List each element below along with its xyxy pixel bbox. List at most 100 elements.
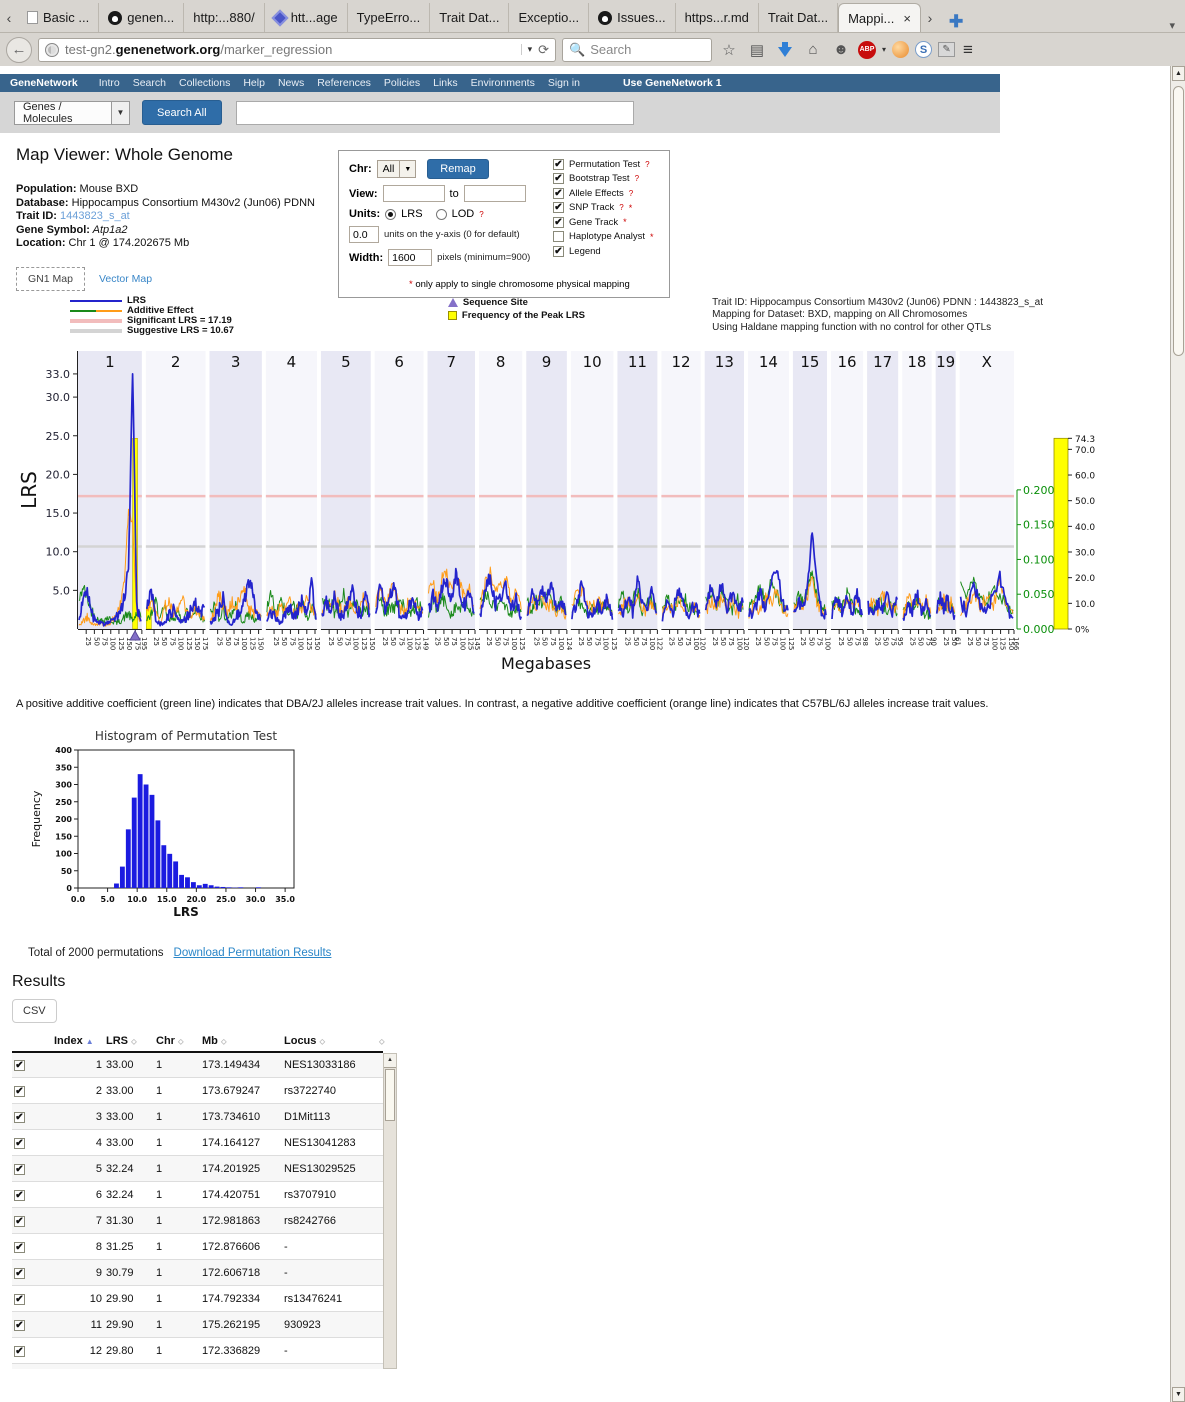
checkbox[interactable]: ✔ [553, 202, 564, 213]
proxy-addon-icon[interactable] [892, 41, 909, 58]
nav-item-intro[interactable]: Intro [99, 77, 120, 89]
url-dropdown-icon[interactable]: ▾ [521, 44, 533, 55]
chromosome-select[interactable]: All▼ [377, 160, 417, 178]
browser-tab[interactable]: Exceptio... [509, 3, 589, 32]
row-checkbox[interactable]: ✔ [14, 1346, 25, 1357]
nav-item-news[interactable]: News [278, 77, 304, 89]
nav-item-sign-in[interactable]: Sign in [548, 77, 580, 89]
column-header-locus[interactable]: Locus ⬦ [282, 1031, 377, 1052]
genenetwork-brand[interactable]: GeneNetwork [10, 77, 78, 89]
row-checkbox[interactable]: ✔ [14, 1320, 25, 1331]
tab-list-dropdown-icon[interactable]: ▾ [1159, 19, 1185, 32]
units-lod-radio[interactable] [436, 209, 447, 220]
column-header-chr[interactable]: Chr ⬦ [154, 1031, 200, 1052]
nav-item-help[interactable]: Help [243, 77, 265, 89]
browser-tab[interactable]: https...r.md [676, 3, 759, 32]
search-input[interactable]: 🔍 Search [562, 38, 712, 62]
reading-list-icon[interactable]: ▤ [746, 41, 768, 59]
browser-tab[interactable]: genen... [99, 3, 184, 32]
checkbox[interactable]: ✔ [553, 159, 564, 170]
view-from-input[interactable] [383, 185, 445, 202]
reload-icon[interactable]: ⟳ [538, 42, 549, 58]
nav-item-policies[interactable]: Policies [384, 77, 420, 89]
browser-tab[interactable]: Trait Dat... [430, 3, 509, 32]
hamburger-menu-icon[interactable]: ≡ [963, 40, 973, 60]
csv-export-button[interactable]: CSV [12, 999, 57, 1023]
site-identity-icon[interactable] [45, 43, 59, 57]
scroll-down-icon[interactable]: ▼ [1172, 1387, 1185, 1402]
row-checkbox[interactable]: ✔ [14, 1294, 25, 1305]
scrollbar-thumb[interactable] [385, 1069, 395, 1121]
width-input[interactable] [388, 249, 432, 266]
row-checkbox[interactable]: ✔ [14, 1164, 25, 1175]
search-all-button[interactable]: Search All [142, 100, 222, 125]
row-checkbox[interactable]: ✔ [14, 1060, 25, 1071]
back-button[interactable]: ← [6, 37, 32, 63]
browser-scrollbar[interactable]: ▲ ▼ [1170, 66, 1185, 1402]
row-checkbox[interactable]: ✔ [14, 1086, 25, 1097]
chat-icon[interactable]: ☻ [830, 41, 852, 58]
checkbox[interactable]: ✔ [553, 173, 564, 184]
browser-tab[interactable]: htt...age [265, 3, 348, 32]
units-lrs-radio[interactable] [385, 209, 396, 220]
remap-button[interactable]: Remap [427, 159, 488, 179]
stylish-addon-icon[interactable]: S [915, 41, 932, 58]
svg-text:25: 25 [84, 637, 92, 646]
category-select[interactable]: Genes / Molecules ▼ [14, 101, 130, 125]
nav-item-references[interactable]: References [317, 77, 371, 89]
url-text[interactable]: test-gn2.genenetwork.org/marker_regressi… [65, 42, 515, 57]
browser-tab[interactable]: Trait Dat... [759, 3, 838, 32]
row-checkbox[interactable]: ✔ [14, 1112, 25, 1123]
svg-text:50: 50 [807, 637, 815, 646]
checkbox[interactable] [553, 231, 564, 242]
bookmark-star-icon[interactable]: ☆ [718, 41, 740, 59]
svg-text:3: 3 [231, 353, 241, 371]
scroll-up-icon[interactable]: ▲ [1172, 66, 1185, 81]
width-label: Width: [349, 252, 383, 264]
tab-vector-map[interactable]: Vector Map [99, 273, 152, 285]
row-checkbox[interactable]: ✔ [14, 1268, 25, 1279]
checkbox[interactable]: ✔ [553, 246, 564, 257]
row-checkbox[interactable]: ✔ [14, 1138, 25, 1149]
row-checkbox[interactable]: ✔ [14, 1242, 25, 1253]
close-tab-icon[interactable]: × [903, 11, 911, 26]
yaxis-units-input[interactable] [349, 226, 379, 243]
svg-text:100: 100 [510, 637, 518, 650]
additive-note: A positive additive coefficient (green l… [16, 698, 1173, 710]
tab-scroll-left-icon[interactable]: ‹ [0, 4, 18, 32]
browser-tab[interactable]: Mappi...× [838, 3, 921, 32]
tab-scroll-right-icon[interactable]: › [921, 4, 939, 32]
nav-item-environments[interactable]: Environments [471, 77, 535, 89]
checkbox[interactable]: ✔ [553, 217, 564, 228]
adblock-icon[interactable]: ABP [858, 41, 876, 59]
download-permutation-link[interactable]: Download Permutation Results [174, 947, 332, 959]
row-checkbox[interactable]: ✔ [14, 1190, 25, 1201]
checkbox[interactable]: ✔ [553, 188, 564, 199]
nav-item-links[interactable]: Links [433, 77, 458, 89]
scroll-up-icon[interactable]: ▲ [384, 1054, 396, 1068]
tab-gn1-map[interactable]: GN1 Map [16, 267, 85, 291]
category-dropdown-icon[interactable]: ▼ [111, 102, 129, 124]
nav-item-search[interactable]: Search [133, 77, 166, 89]
home-icon[interactable]: ⌂ [802, 41, 824, 58]
use-genenetwork1-link[interactable]: Use GeneNetwork 1 [623, 77, 722, 89]
notes-addon-icon[interactable]: ✎ [938, 42, 955, 57]
column-header-lrs[interactable]: LRS ⬦ [104, 1031, 154, 1052]
url-bar[interactable]: test-gn2.genenetwork.org/marker_regressi… [38, 38, 556, 62]
browser-scrollbar-thumb[interactable] [1173, 86, 1184, 356]
trait-id-link[interactable]: 1443823_s_at [57, 210, 130, 222]
downloads-icon[interactable] [778, 47, 792, 57]
browser-tab[interactable]: Issues... [589, 3, 675, 32]
browser-tab[interactable]: TypeErro... [348, 3, 431, 32]
adblock-dropdown-icon[interactable]: ▾ [882, 45, 886, 54]
results-table-scrollbar[interactable]: ▲ [383, 1053, 397, 1369]
new-tab-button[interactable]: ✚ [939, 12, 973, 32]
column-header-mb[interactable]: Mb ⬦ [200, 1031, 282, 1052]
browser-tab[interactable]: Basic ... [18, 3, 99, 32]
column-header-index[interactable]: Index ▲ [52, 1031, 104, 1052]
view-to-input[interactable] [464, 185, 526, 202]
row-checkbox[interactable]: ✔ [14, 1216, 25, 1227]
nav-item-collections[interactable]: Collections [179, 77, 230, 89]
global-search-input[interactable] [236, 101, 634, 125]
browser-tab[interactable]: http:...880/ [184, 3, 264, 32]
